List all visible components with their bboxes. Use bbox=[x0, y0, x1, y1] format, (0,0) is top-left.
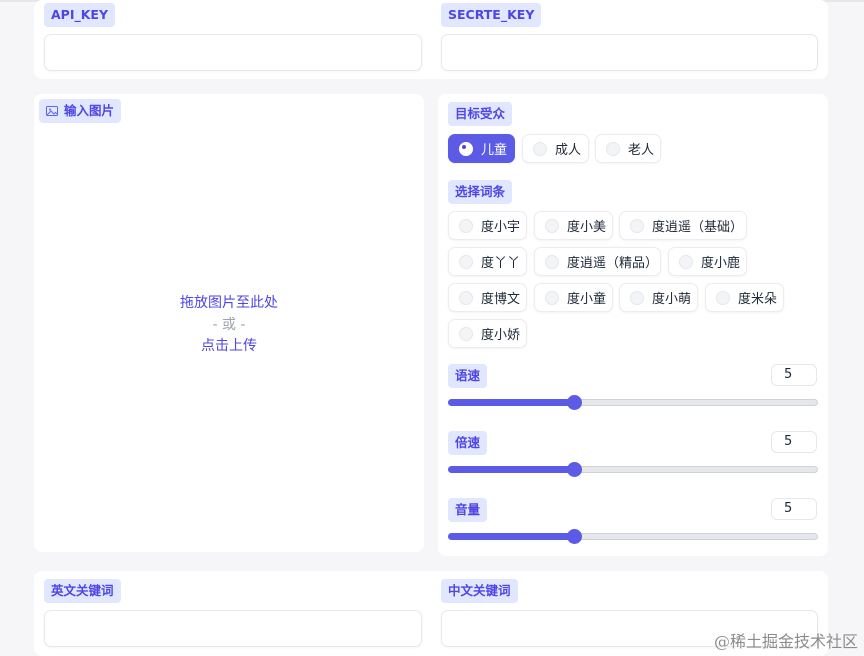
audience-label: 目标受众 bbox=[448, 102, 513, 126]
radio-icon bbox=[545, 218, 559, 233]
voice-option[interactable]: 度博文 bbox=[448, 283, 527, 312]
voice-option[interactable]: 度逍遥（基础） bbox=[619, 211, 747, 240]
rate-label: 倍速 bbox=[448, 431, 488, 455]
english-keywords-label: 英文关键词 bbox=[44, 579, 121, 603]
option-label: 度丫丫 bbox=[481, 256, 521, 271]
audience-option-children[interactable]: 儿童 bbox=[448, 134, 515, 163]
radio-icon bbox=[679, 254, 693, 269]
option-label: 度小萌 bbox=[652, 292, 692, 307]
or-text: - 或 - bbox=[212, 317, 246, 333]
voice-option[interactable]: 度小鹿 bbox=[668, 247, 747, 276]
voice-option[interactable]: 度米朵 bbox=[705, 283, 784, 312]
option-label: 儿童 bbox=[481, 143, 508, 158]
radio-icon bbox=[459, 218, 473, 233]
volume-slider-fill bbox=[448, 533, 575, 540]
secret-key-label: SECRTE_KEY bbox=[441, 3, 542, 27]
english-keywords-input[interactable] bbox=[44, 610, 422, 647]
volume-value-input[interactable]: 5 bbox=[771, 498, 817, 520]
option-label: 成人 bbox=[555, 143, 582, 158]
api-key-label: API_KEY bbox=[44, 3, 116, 27]
voice-option[interactable]: 度丫丫 bbox=[448, 247, 527, 276]
voice-option[interactable]: 度小宇 bbox=[448, 211, 527, 240]
volume-label: 音量 bbox=[448, 498, 488, 522]
speed-value-input[interactable]: 5 bbox=[771, 364, 817, 386]
rate-slider-thumb[interactable] bbox=[567, 462, 582, 477]
image-input-label-text: 输入图片 bbox=[64, 103, 115, 118]
speed-slider-fill bbox=[448, 399, 575, 406]
option-label: 度小鹿 bbox=[701, 256, 741, 271]
keywords-panel: 英文关键词 中文关键词 bbox=[34, 571, 828, 656]
option-label: 度米朵 bbox=[738, 292, 778, 307]
option-label: 度小娇 bbox=[481, 328, 521, 343]
rate-slider[interactable] bbox=[448, 462, 818, 477]
image-icon bbox=[46, 106, 58, 116]
image-input-label: 输入图片 bbox=[39, 99, 122, 123]
keys-panel: API_KEY SECRTE_KEY bbox=[34, 0, 828, 79]
voice-label: 选择词条 bbox=[448, 180, 513, 204]
chinese-keywords-label: 中文关键词 bbox=[441, 579, 518, 603]
option-label: 度小宇 bbox=[481, 220, 521, 235]
voice-option[interactable]: 度小童 bbox=[534, 283, 613, 312]
option-label: 度逍遥（基础） bbox=[652, 220, 744, 235]
volume-slider[interactable] bbox=[448, 529, 818, 544]
volume-slider-thumb[interactable] bbox=[567, 529, 582, 544]
watermark: @稀土掘金技术社区 bbox=[713, 632, 858, 651]
option-label: 度逍遥（精品） bbox=[567, 256, 659, 271]
secret-key-input[interactable] bbox=[441, 34, 818, 71]
settings-panel: 目标受众 儿童 成人 老人 选择词条 度小宇 度小美 度逍遥（基础） 度丫丫 度… bbox=[438, 94, 828, 556]
radio-icon bbox=[606, 141, 620, 156]
voice-option[interactable]: 度小萌 bbox=[619, 283, 698, 312]
speed-label: 语速 bbox=[448, 364, 488, 388]
radio-icon bbox=[630, 290, 644, 305]
option-label: 老人 bbox=[628, 143, 655, 158]
radio-icon bbox=[545, 290, 559, 305]
radio-icon bbox=[545, 254, 559, 269]
option-label: 度博文 bbox=[481, 292, 521, 307]
option-label: 度小童 bbox=[567, 292, 607, 307]
radio-icon bbox=[716, 290, 730, 305]
radio-icon bbox=[459, 141, 473, 156]
radio-icon bbox=[459, 254, 473, 269]
voice-option[interactable]: 度小美 bbox=[534, 211, 613, 240]
radio-icon bbox=[630, 218, 644, 233]
api-key-input[interactable] bbox=[44, 34, 422, 71]
radio-icon bbox=[533, 141, 547, 156]
radio-icon bbox=[459, 326, 473, 341]
speed-slider-thumb[interactable] bbox=[567, 395, 582, 410]
audience-option-elderly[interactable]: 老人 bbox=[595, 134, 661, 163]
image-upload-panel[interactable]: 输入图片 拖放图片至此处 - 或 - 点击上传 bbox=[34, 94, 424, 552]
click-upload-text[interactable]: 点击上传 bbox=[34, 335, 424, 355]
radio-icon bbox=[459, 290, 473, 305]
speed-slider[interactable] bbox=[448, 395, 818, 410]
rate-slider-fill bbox=[448, 466, 575, 473]
voice-option[interactable]: 度小娇 bbox=[448, 319, 527, 348]
option-label: 度小美 bbox=[567, 220, 607, 235]
audience-option-adults[interactable]: 成人 bbox=[522, 134, 589, 163]
rate-value-input[interactable]: 5 bbox=[771, 431, 817, 453]
voice-option[interactable]: 度逍遥（精品） bbox=[534, 247, 661, 276]
drop-text: 拖放图片至此处 bbox=[180, 295, 278, 311]
